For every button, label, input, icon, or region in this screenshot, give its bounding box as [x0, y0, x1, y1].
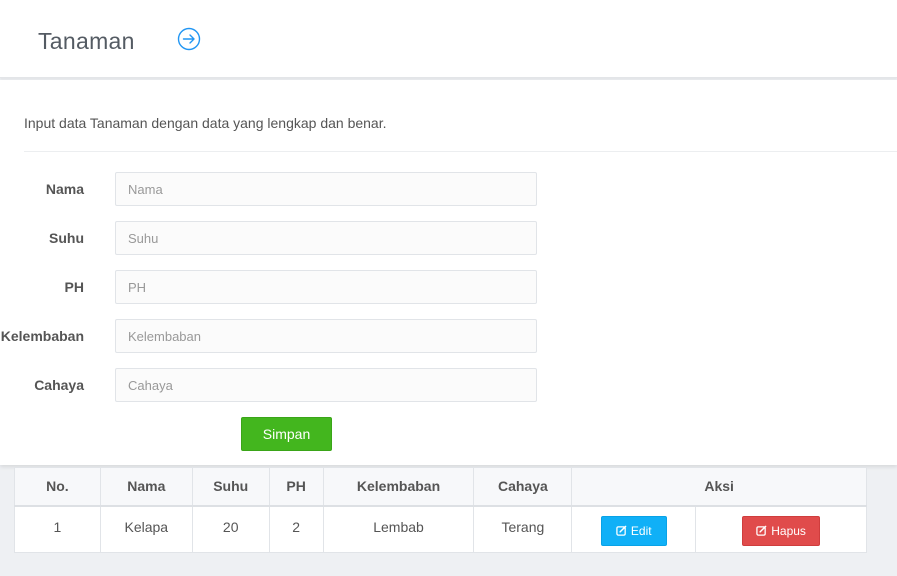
nama-input[interactable]	[115, 172, 537, 206]
cell-nama: Kelapa	[99, 505, 193, 553]
cell-kelembaban: Lembab	[322, 505, 475, 553]
suhu-input[interactable]	[115, 221, 537, 255]
form-row-cahaya: Cahaya	[0, 368, 560, 402]
column-header-nama: Nama	[99, 467, 193, 507]
form-intro: Input data Tanaman dengan data yang leng…	[24, 115, 387, 131]
column-header-suhu: Suhu	[191, 467, 270, 507]
table-header-row: No. Nama Suhu PH Kelembaban Cahaya Aksi	[14, 467, 867, 507]
cell-ph: 2	[268, 505, 324, 553]
kelembaban-input[interactable]	[115, 319, 537, 353]
ph-label: PH	[64, 279, 84, 295]
form-row-kelembaban: Kelembaban	[0, 319, 560, 353]
form-row-nama: Nama	[0, 172, 560, 206]
edit-icon	[616, 525, 627, 536]
data-table-container: No. Nama Suhu PH Kelembaban Cahaya Aksi …	[14, 467, 867, 553]
nama-label: Nama	[45, 181, 84, 197]
kelembaban-label: Kelembaban	[0, 328, 84, 344]
hapus-button[interactable]: Hapus	[742, 515, 820, 546]
cell-cahaya: Terang	[473, 505, 573, 553]
form-row-suhu: Suhu	[0, 221, 560, 255]
table-row: 1 Kelapa 20 2 Lembab Terang Edit Hapus	[14, 505, 867, 553]
divider	[24, 151, 897, 152]
data-table: No. Nama Suhu PH Kelembaban Cahaya Aksi …	[14, 467, 867, 553]
cell-no: 1	[14, 505, 101, 553]
page-title: Tanaman	[38, 28, 135, 54]
form-card: Input data Tanaman dengan data yang leng…	[0, 80, 897, 465]
page-header: Tanaman	[0, 0, 897, 78]
column-header-ph: PH	[268, 467, 324, 507]
ph-input[interactable]	[115, 270, 537, 304]
cell-suhu: 20	[191, 505, 270, 553]
arrow-right-circle-icon[interactable]	[177, 27, 201, 51]
suhu-label: Suhu	[49, 230, 84, 246]
cahaya-input[interactable]	[115, 368, 537, 402]
column-header-cahaya: Cahaya	[473, 467, 573, 507]
cell-edit: Edit	[571, 505, 697, 553]
column-header-kelembaban: Kelembaban	[322, 467, 475, 507]
edit-icon	[756, 525, 767, 536]
hapus-label: Hapus	[771, 523, 806, 538]
simpan-button[interactable]: Simpan	[241, 417, 332, 451]
edit-label: Edit	[630, 523, 652, 538]
cahaya-label: Cahaya	[34, 377, 84, 393]
form-row-ph: PH	[0, 270, 560, 304]
column-header-no: No.	[14, 467, 101, 507]
cell-hapus: Hapus	[695, 505, 867, 553]
column-header-aksi: Aksi	[571, 467, 867, 507]
edit-button[interactable]: Edit	[600, 515, 667, 546]
